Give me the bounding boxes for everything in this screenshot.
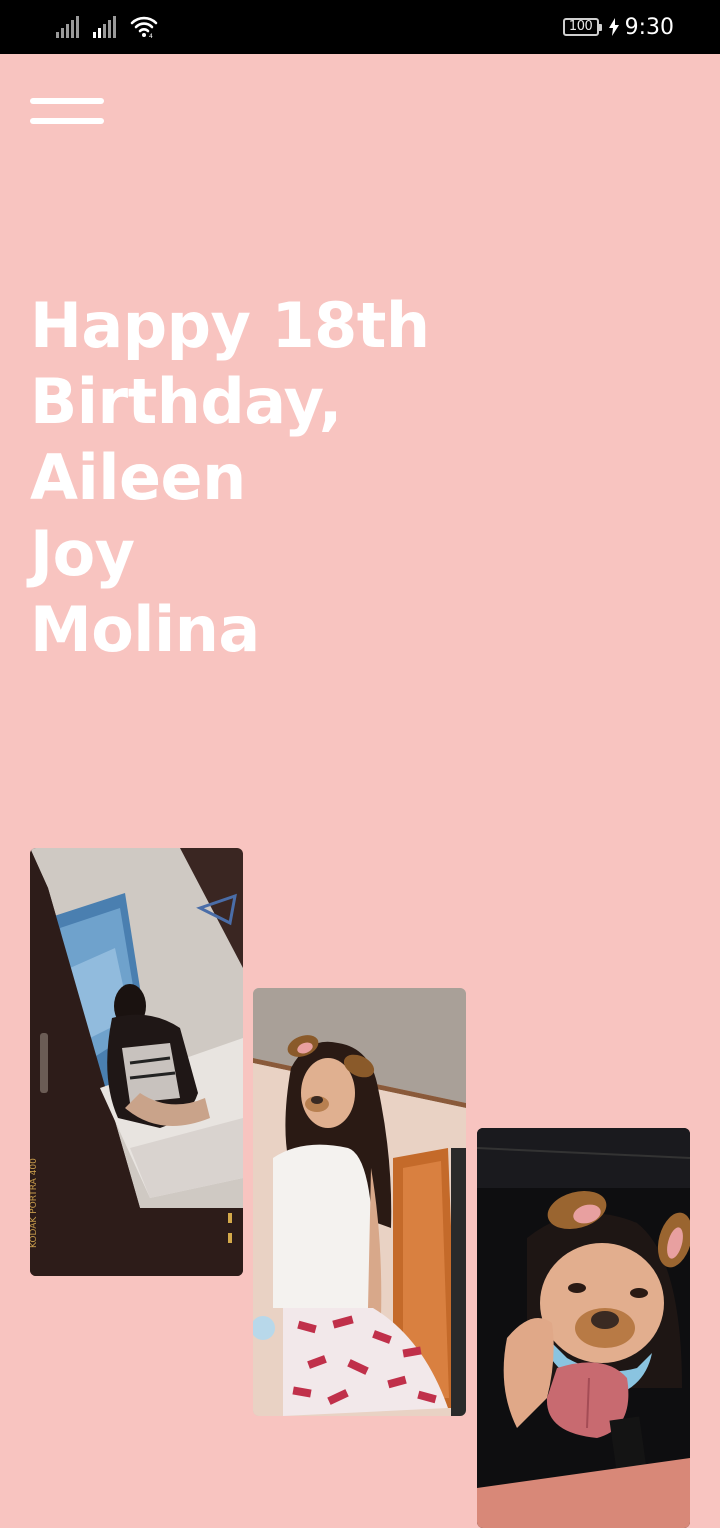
signal-icon bbox=[93, 16, 116, 38]
photo-girl-sitting-mirror[interactable]: KODAK PORTRA 400 bbox=[30, 848, 243, 1276]
headline-line: Birthday, bbox=[30, 365, 342, 438]
page-title: Happy 18th Birthday, Aileen Joy Molina bbox=[30, 288, 650, 668]
film-text: KODAK PORTRA 400 bbox=[30, 1158, 39, 1248]
menu-line bbox=[30, 98, 104, 104]
status-bar-right: 100 9:30 bbox=[562, 12, 674, 42]
battery-icon: 100 bbox=[562, 18, 602, 36]
charging-icon bbox=[608, 18, 619, 36]
status-bar-left: 4 bbox=[56, 14, 158, 38]
clock: 9:30 bbox=[624, 14, 674, 40]
photo-girl-dog-filter-standing[interactable] bbox=[253, 988, 466, 1416]
svg-text:4: 4 bbox=[149, 33, 153, 38]
headline-line: Aileen bbox=[30, 441, 246, 514]
headline-line: Molina bbox=[30, 593, 260, 666]
signal-icon bbox=[56, 16, 79, 38]
headline-line: Joy bbox=[30, 517, 135, 590]
status-bar: 4 100 9:30 bbox=[0, 0, 720, 54]
photo-girl-dog-filter-closeup[interactable] bbox=[477, 1128, 690, 1528]
hamburger-menu-icon[interactable] bbox=[30, 96, 104, 128]
wifi-icon: 4 bbox=[130, 14, 158, 38]
headline-line: Happy 18th bbox=[30, 289, 430, 362]
menu-line bbox=[30, 118, 104, 124]
